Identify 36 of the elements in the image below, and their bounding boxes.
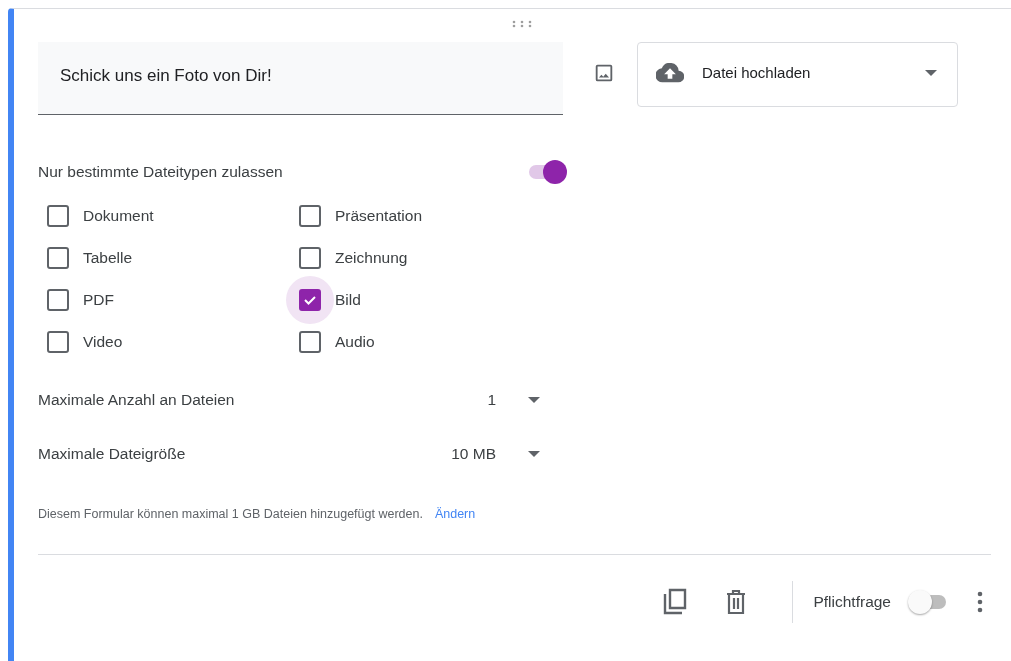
setting-label: Maximale Dateigröße <box>38 445 187 463</box>
limit-note: Diesem Formular können maximal 1 GB Dateien hinzugefügt werden. <box>38 507 423 521</box>
checkbox-label: Zeichnung <box>335 249 408 267</box>
cloud-upload-icon <box>656 62 684 83</box>
checkbox[interactable] <box>299 247 321 269</box>
dropdown-arrow-icon <box>925 69 937 76</box>
checkbox-label: Präsentation <box>335 207 423 225</box>
question-field[interactable]: Schick uns ein Foto von Dir! <box>38 42 563 115</box>
checkbox[interactable] <box>299 205 321 227</box>
required-label: Pflichtfrage <box>813 593 891 611</box>
dropdown-arrow-icon <box>528 451 540 457</box>
checkbox-label: Audio <box>335 333 375 351</box>
change-link[interactable]: Ändern <box>434 507 476 521</box>
checkbox[interactable] <box>47 289 69 311</box>
checkbox-label: Dokument <box>83 207 154 225</box>
more-options-icon[interactable] <box>977 591 983 613</box>
question-type-dropdown[interactable]: Datei hochladen <box>637 42 958 107</box>
checkbox[interactable] <box>47 331 69 353</box>
checkmark-icon <box>303 293 317 307</box>
image-icon[interactable] <box>593 62 615 84</box>
copy-icon[interactable] <box>662 588 689 616</box>
drag-handle-icon[interactable] <box>511 20 533 28</box>
trash-icon[interactable] <box>726 590 747 614</box>
dropdown-arrow-icon <box>528 397 540 403</box>
checkbox[interactable] <box>299 289 321 311</box>
setting-label: Maximale Anzahl an Dateien <box>38 391 236 409</box>
checkbox[interactable] <box>47 205 69 227</box>
checkbox-label: Tabelle <box>83 249 133 267</box>
setting-dropdown[interactable]: 10 MB <box>451 445 540 463</box>
checkbox-label: Bild <box>335 291 361 309</box>
checkbox[interactable] <box>47 247 69 269</box>
setting-dropdown[interactable]: 1 <box>487 391 540 409</box>
checkbox[interactable] <box>299 331 321 353</box>
checkbox-label: PDF <box>83 291 114 309</box>
checkbox-label: Video <box>83 333 123 351</box>
toggle-label: Nur bestimmte Dateitypen zulassen <box>38 163 283 181</box>
